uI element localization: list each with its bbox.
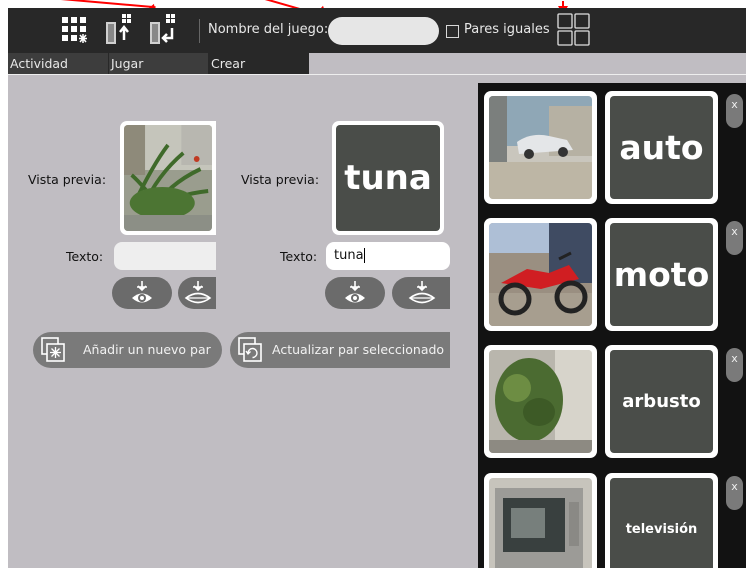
pair-4-image[interactable]: [484, 473, 597, 568]
game-name-label: Nombre del juego:: [208, 22, 329, 37]
close-icon: x: [731, 98, 738, 111]
pair-3-image[interactable]: [484, 345, 597, 458]
tab-jugar[interactable]: Jugar: [109, 53, 209, 74]
tab-underline: [8, 74, 746, 83]
right-text-input[interactable]: tuna: [326, 242, 450, 270]
pair-4-word[interactable]: televisión: [605, 473, 718, 568]
equal-pairs-checkbox[interactable]: [446, 25, 459, 38]
add-pair-button[interactable]: Añadir un nuevo par: [33, 332, 222, 368]
right-speak-button[interactable]: [392, 277, 450, 309]
pairs-list: auto x moto x arbusto x televisión x: [478, 83, 746, 568]
pair-3-remove-button[interactable]: x: [726, 348, 743, 382]
tab-label: Crear: [211, 56, 246, 71]
left-view-image-button[interactable]: [112, 277, 172, 309]
add-pair-icon: [41, 337, 65, 362]
pair-1-image[interactable]: [484, 91, 597, 204]
pair-4-word-text: televisión: [625, 522, 698, 537]
image-television-photo: [489, 478, 592, 568]
tab-bar-filler: [309, 53, 746, 74]
lips-icon: [184, 281, 212, 304]
image-car-photo: [489, 96, 592, 199]
pair-3-word[interactable]: arbusto: [605, 345, 718, 458]
left-text-input[interactable]: [114, 242, 216, 270]
pair-1-remove-button[interactable]: x: [726, 94, 743, 128]
add-pair-label: Añadir un nuevo par: [83, 342, 211, 357]
export-game-icon[interactable]: [148, 14, 180, 46]
pair-2-image[interactable]: [484, 218, 597, 331]
tab-bar: Actividad Jugar Crear: [8, 53, 746, 74]
editor-canvas: Vista previa: Texto: Vista previa: tuna …: [8, 83, 478, 568]
image-plant-photo: [124, 125, 212, 231]
main-toolbar: Nombre del juego: Pares iguales: [8, 8, 746, 53]
pair-2-word-text: moto: [613, 255, 710, 294]
update-pair-label: Actualizar par seleccionado: [272, 342, 445, 357]
right-text-value: tuna: [334, 248, 364, 263]
pair-1-word-text: auto: [619, 128, 704, 167]
pair-1-word[interactable]: auto: [605, 91, 718, 204]
image-bush-photo: [489, 350, 592, 453]
text-cursor: [363, 248, 365, 263]
eye-icon: [345, 281, 365, 303]
right-text-label: Texto:: [280, 249, 318, 264]
game-name-input[interactable]: [328, 17, 439, 45]
update-pair-icon: [238, 337, 262, 362]
lips-icon: [408, 281, 436, 304]
pair-2-word[interactable]: moto: [605, 218, 718, 331]
right-preview-label: Vista previa:: [241, 172, 320, 187]
layout-grid-icon[interactable]: [557, 13, 591, 47]
pair-3-word-text: arbusto: [622, 391, 701, 412]
pair-4-remove-button[interactable]: x: [726, 476, 743, 510]
toolbar-separator: [199, 19, 200, 43]
left-text-label: Texto:: [66, 249, 104, 264]
preview-word: tuna: [344, 158, 432, 198]
close-icon: x: [731, 480, 738, 493]
eye-icon: [132, 281, 152, 303]
word-preview-card: tuna: [336, 125, 440, 231]
tab-actividad[interactable]: Actividad: [8, 53, 109, 74]
close-icon: x: [731, 225, 738, 238]
tab-label: Actividad: [10, 56, 68, 71]
right-view-image-button[interactable]: [325, 277, 385, 309]
import-game-icon[interactable]: [104, 14, 136, 46]
update-pair-button[interactable]: Actualizar par seleccionado: [230, 332, 450, 368]
left-speak-button[interactable]: [178, 277, 216, 309]
left-preview-label: Vista previa:: [28, 172, 107, 187]
tab-label: Jugar: [111, 56, 144, 71]
right-word-preview[interactable]: tuna: [332, 121, 444, 235]
image-motorbike-photo: [489, 223, 592, 326]
equal-pairs-label: Pares iguales: [464, 22, 550, 37]
pair-2-remove-button[interactable]: x: [726, 221, 743, 255]
new-game-icon[interactable]: [62, 16, 90, 44]
tab-crear[interactable]: Crear: [209, 53, 309, 74]
close-icon: x: [731, 352, 738, 365]
left-image-preview[interactable]: [120, 121, 216, 235]
